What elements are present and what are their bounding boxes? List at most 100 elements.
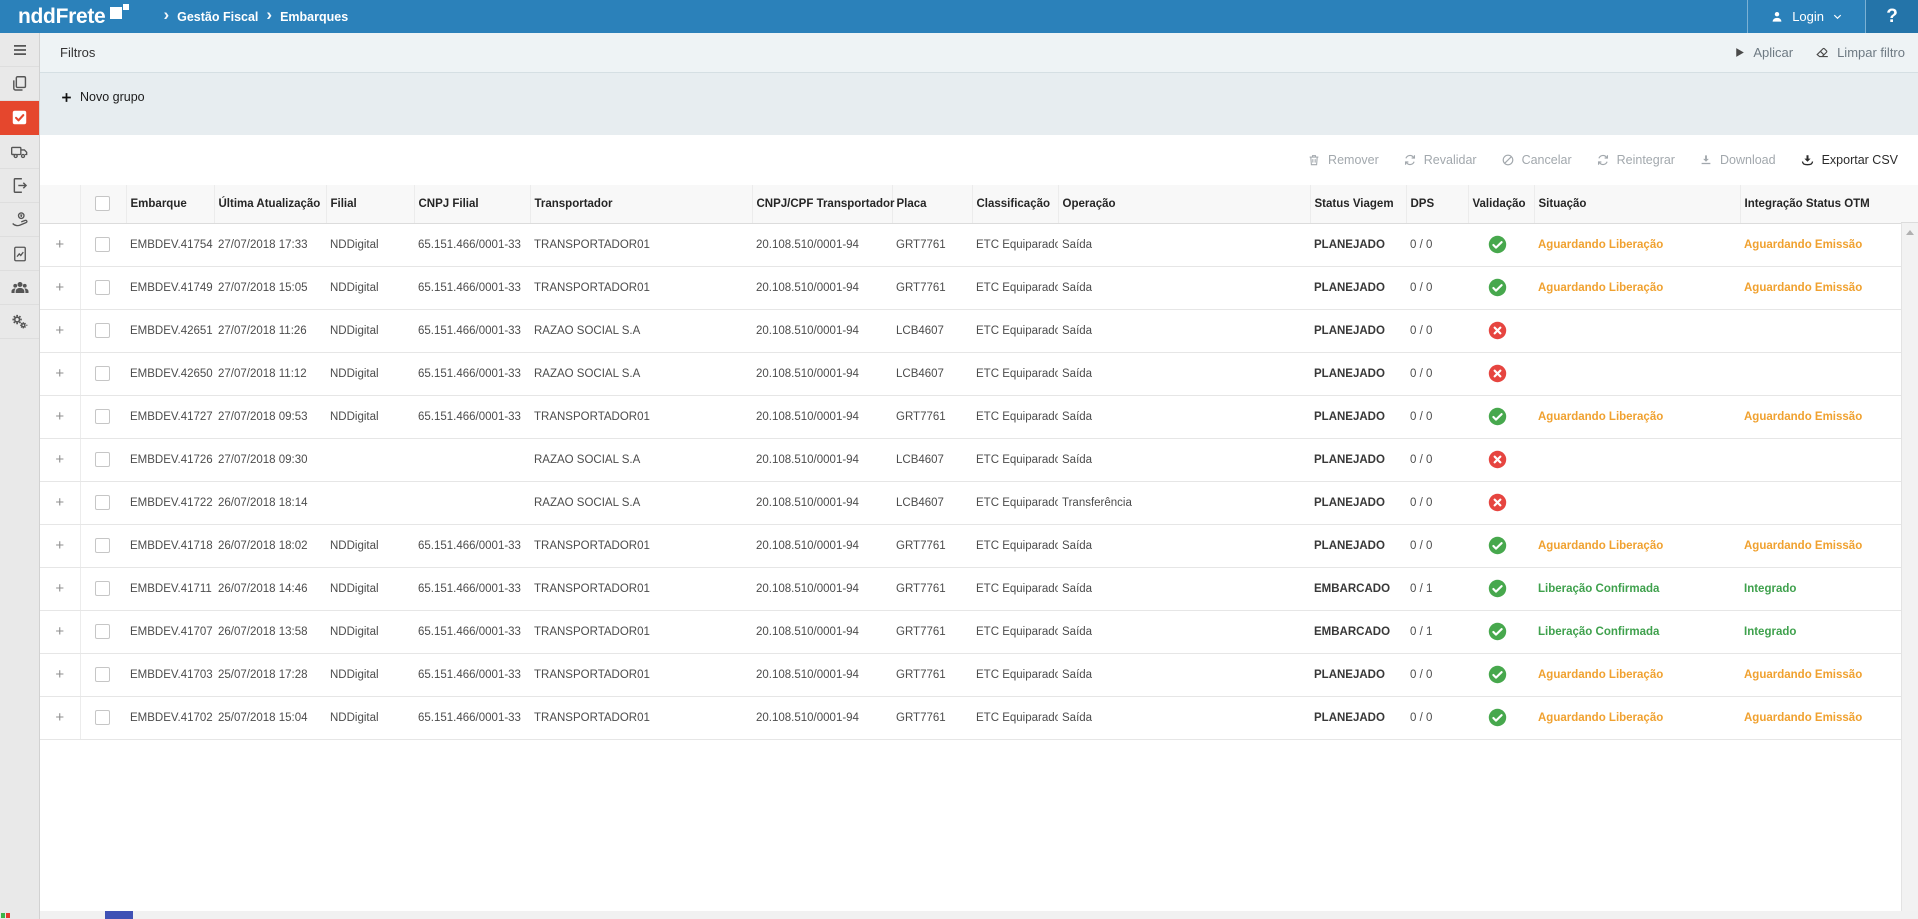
cell-placa: LCB4607 bbox=[892, 438, 972, 481]
row-checkbox[interactable] bbox=[95, 624, 110, 639]
gears-icon bbox=[10, 312, 29, 331]
cell-select bbox=[80, 653, 126, 696]
row-checkbox[interactable] bbox=[95, 710, 110, 725]
column-header-cnpj_filial[interactable]: CNPJ Filial bbox=[414, 185, 530, 223]
cell-status_viagem: EMBARCADO bbox=[1310, 567, 1406, 610]
download-button[interactable]: Download bbox=[1699, 153, 1776, 167]
column-header-cnpj_transp[interactable]: CNPJ/CPF Transportador bbox=[752, 185, 892, 223]
expand-row-button[interactable]: + bbox=[55, 623, 64, 640]
cell-dps: 0 / 1 bbox=[1406, 567, 1468, 610]
row-checkbox[interactable] bbox=[95, 495, 110, 510]
sidebar-item-usuarios[interactable] bbox=[0, 271, 39, 305]
sidebar-item-relatorios[interactable] bbox=[0, 237, 39, 271]
header-select-all[interactable] bbox=[80, 185, 126, 223]
sidebar-item-financeiro[interactable] bbox=[0, 203, 39, 237]
table-row[interactable]: +EMBDEV.4171826/07/2018 18:02NDDigital65… bbox=[40, 524, 1901, 567]
column-header-dps[interactable]: DPS bbox=[1406, 185, 1468, 223]
cancelar-button[interactable]: Cancelar bbox=[1501, 153, 1572, 167]
apply-filter-button[interactable]: Aplicar bbox=[1733, 45, 1793, 60]
row-checkbox[interactable] bbox=[95, 366, 110, 381]
cell-status_viagem: PLANEJADO bbox=[1310, 524, 1406, 567]
breadcrumb-separator: › bbox=[266, 5, 272, 25]
cell-embarque: EMBDEV.41718 bbox=[126, 524, 214, 567]
sidebar-item-transporte[interactable] bbox=[0, 135, 39, 169]
select-all-checkbox[interactable] bbox=[95, 196, 110, 211]
sidebar-item-menu[interactable] bbox=[0, 33, 39, 67]
row-checkbox[interactable] bbox=[95, 538, 110, 553]
table-row[interactable]: +EMBDEV.4172727/07/2018 09:53NDDigital65… bbox=[40, 395, 1901, 438]
expand-row-button[interactable]: + bbox=[55, 666, 64, 683]
table-row[interactable]: +EMBDEV.4171126/07/2018 14:46NDDigital65… bbox=[40, 567, 1901, 610]
sidebar-item-documents[interactable] bbox=[0, 67, 39, 101]
clear-filter-button[interactable]: Limpar filtro bbox=[1815, 45, 1905, 60]
x-circle-icon bbox=[1488, 493, 1524, 512]
revalidar-button[interactable]: Revalidar bbox=[1403, 153, 1477, 167]
login-button[interactable]: Login bbox=[1748, 0, 1865, 33]
table-row[interactable]: +EMBDEV.4174927/07/2018 15:05NDDigital65… bbox=[40, 266, 1901, 309]
expand-row-button[interactable]: + bbox=[55, 451, 64, 468]
column-header-embarque[interactable]: Embarque bbox=[126, 185, 214, 223]
column-header-status_viagem[interactable]: Status Viagem bbox=[1310, 185, 1406, 223]
cell-situacao: Liberação Confirmada bbox=[1534, 610, 1740, 653]
column-header-validacao[interactable]: Validação bbox=[1468, 185, 1534, 223]
expand-row-button[interactable]: + bbox=[55, 709, 64, 726]
table-row[interactable]: +EMBDEV.4265027/07/2018 11:12NDDigital65… bbox=[40, 352, 1901, 395]
row-checkbox[interactable] bbox=[95, 323, 110, 338]
app-logo[interactable]: nddFrete bbox=[18, 0, 131, 33]
expand-row-button[interactable]: + bbox=[55, 322, 64, 339]
cell-select bbox=[80, 438, 126, 481]
row-checkbox[interactable] bbox=[95, 667, 110, 682]
column-header-placa[interactable]: Placa bbox=[892, 185, 972, 223]
horizontal-scrollbar[interactable] bbox=[40, 911, 1918, 919]
exportar-csv-button[interactable]: Exportar CSV bbox=[1800, 153, 1898, 168]
scroll-up-arrow-icon[interactable] bbox=[1906, 230, 1914, 235]
expand-row-button[interactable]: + bbox=[55, 494, 64, 511]
column-header-classificacao[interactable]: Classificação bbox=[972, 185, 1058, 223]
sidebar-item-configuracoes[interactable] bbox=[0, 305, 39, 339]
row-checkbox[interactable] bbox=[95, 452, 110, 467]
table-row[interactable]: +EMBDEV.4170225/07/2018 15:04NDDigital65… bbox=[40, 696, 1901, 739]
breadcrumb-item[interactable]: Embarques bbox=[280, 10, 348, 24]
column-header-situacao[interactable]: Situação bbox=[1534, 185, 1740, 223]
horizontal-scrollbar-thumb[interactable] bbox=[105, 911, 133, 919]
refresh-icon bbox=[1403, 153, 1417, 167]
column-header-updated[interactable]: Última Atualização bbox=[214, 185, 326, 223]
column-header-filial[interactable]: Filial bbox=[326, 185, 414, 223]
table-area: EmbarqueÚltima AtualizaçãoFilialCNPJ Fil… bbox=[40, 185, 1918, 919]
cell-embarque: EMBDEV.41707 bbox=[126, 610, 214, 653]
expand-row-button[interactable]: + bbox=[55, 408, 64, 425]
table-row[interactable]: +EMBDEV.4175427/07/2018 17:33NDDigital65… bbox=[40, 223, 1901, 266]
vertical-scrollbar[interactable] bbox=[1901, 223, 1918, 911]
table-row[interactable]: +EMBDEV.4172226/07/2018 18:14RAZAO SOCIA… bbox=[40, 481, 1901, 524]
expand-row-button[interactable]: + bbox=[55, 236, 64, 253]
header-expand-column bbox=[40, 185, 80, 223]
row-checkbox[interactable] bbox=[95, 581, 110, 596]
cell-classificacao: ETC Equiparado bbox=[972, 653, 1058, 696]
cell-operacao: Saída bbox=[1058, 395, 1310, 438]
cell-filial: NDDigital bbox=[326, 223, 414, 266]
table-row[interactable]: +EMBDEV.4170325/07/2018 17:28NDDigital65… bbox=[40, 653, 1901, 696]
sidebar-item-exportacao[interactable] bbox=[0, 169, 39, 203]
column-header-integracao[interactable]: Integração Status OTM bbox=[1740, 185, 1901, 223]
expand-row-button[interactable]: + bbox=[55, 365, 64, 382]
expand-row-button[interactable]: + bbox=[55, 580, 64, 597]
table-row[interactable]: +EMBDEV.4172627/07/2018 09:30RAZAO SOCIA… bbox=[40, 438, 1901, 481]
reintegrar-button[interactable]: Reintegrar bbox=[1596, 153, 1675, 167]
expand-row-button[interactable]: + bbox=[55, 537, 64, 554]
breadcrumb-item[interactable]: Gestão Fiscal bbox=[177, 10, 258, 24]
column-header-operacao[interactable]: Operação bbox=[1058, 185, 1310, 223]
cell-dps: 0 / 0 bbox=[1406, 524, 1468, 567]
new-group-button[interactable]: Novo grupo bbox=[60, 90, 145, 104]
row-checkbox[interactable] bbox=[95, 237, 110, 252]
row-checkbox[interactable] bbox=[95, 409, 110, 424]
help-button[interactable]: ? bbox=[1866, 0, 1918, 33]
sidebar-item-embarques[interactable] bbox=[0, 101, 39, 135]
cell-situacao: Aguardando Liberação bbox=[1534, 524, 1740, 567]
cell-expand: + bbox=[40, 524, 80, 567]
table-row[interactable]: +EMBDEV.4170726/07/2018 13:58NDDigital65… bbox=[40, 610, 1901, 653]
column-header-transportador[interactable]: Transportador bbox=[530, 185, 752, 223]
remover-button[interactable]: Remover bbox=[1307, 153, 1379, 167]
table-row[interactable]: +EMBDEV.4265127/07/2018 11:26NDDigital65… bbox=[40, 309, 1901, 352]
expand-row-button[interactable]: + bbox=[55, 279, 64, 296]
row-checkbox[interactable] bbox=[95, 280, 110, 295]
